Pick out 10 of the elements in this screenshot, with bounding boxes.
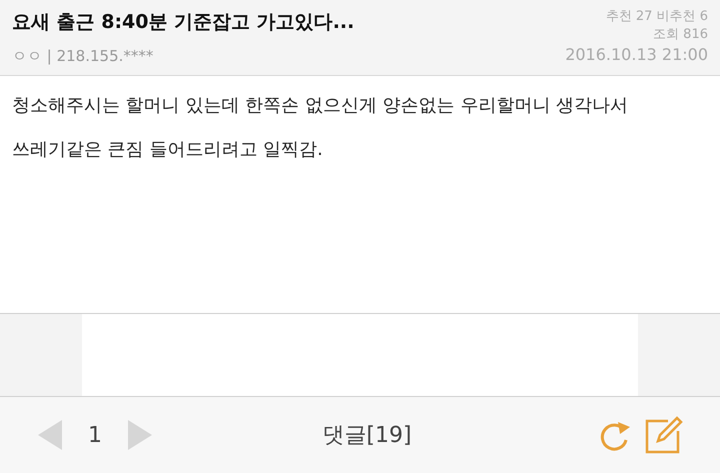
compose-icon[interactable] xyxy=(644,415,684,455)
comments-link[interactable]: 댓글[19] xyxy=(236,418,598,452)
view-count: 조회 816 xyxy=(653,26,708,44)
post-paragraph: 쓰레기같은 큰짐 들어드리려고 일찍감. xyxy=(12,138,324,162)
author-ip: ㅇㅇ | 218.155.**** xyxy=(12,46,154,66)
page-number: 1 xyxy=(88,422,102,450)
post-paragraph: 청소해주시는 할머니 있는데 한쪽손 없으신게 양손없는 우리할머니 생각나서 xyxy=(12,94,630,118)
post-date: 2016.10.13 21:00 xyxy=(565,44,708,66)
vote-count: 추천 27 비추천 6 xyxy=(606,8,708,26)
post-title: 요새 출근 8:40분 기준잡고 가고있다... xyxy=(12,10,354,35)
